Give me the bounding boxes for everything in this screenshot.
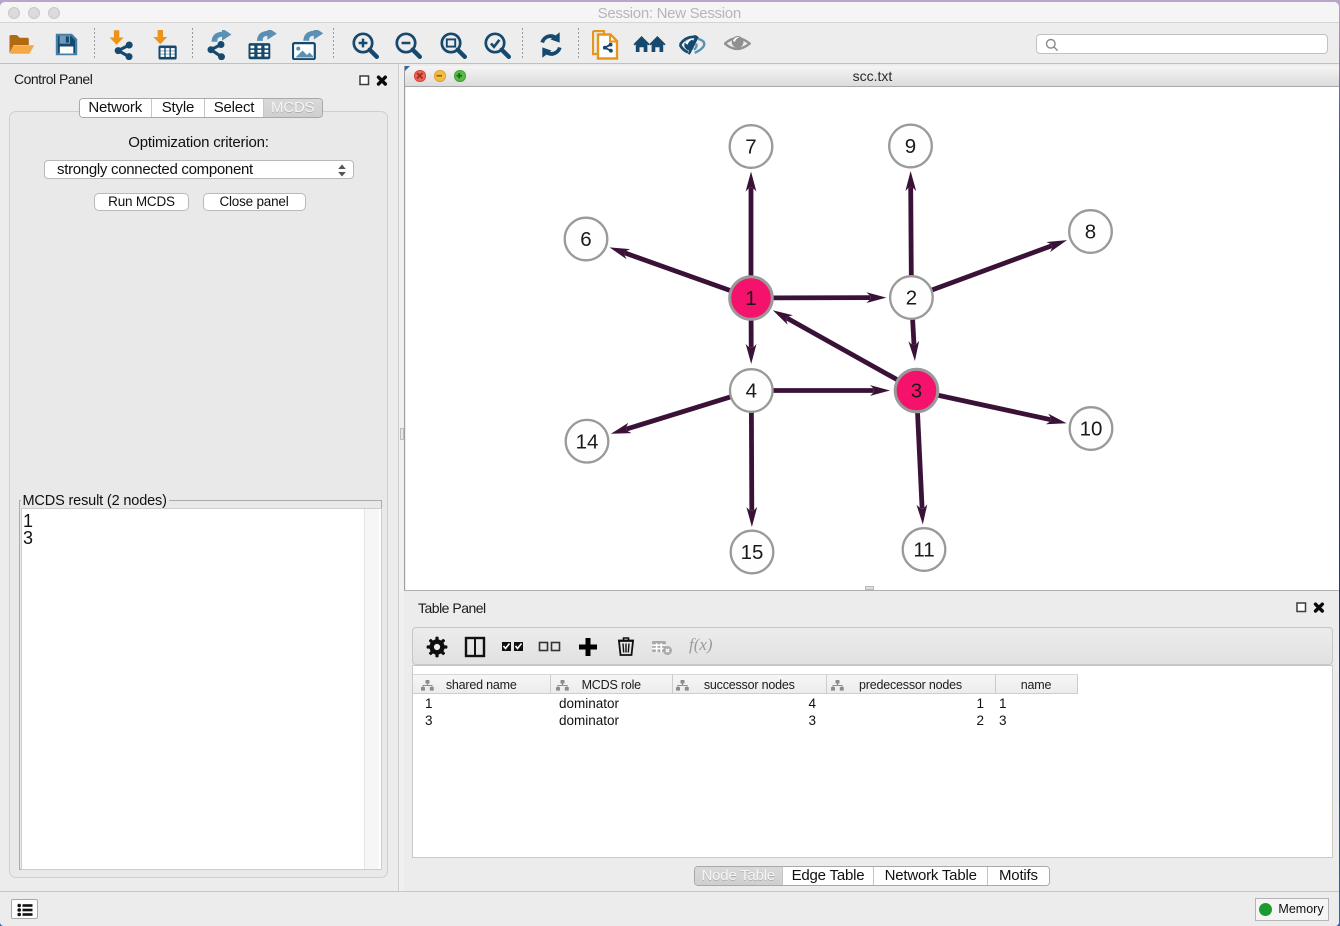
svg-text:1: 1 [745,287,756,310]
svg-text:8: 8 [1085,220,1096,243]
svg-text:4: 4 [746,379,757,402]
svg-text:7: 7 [745,135,756,158]
svg-text:15: 15 [741,541,764,564]
svg-text:14: 14 [576,430,599,453]
svg-text:3: 3 [911,379,922,402]
svg-text:6: 6 [580,228,591,251]
svg-text:9: 9 [905,135,916,158]
svg-text:10: 10 [1080,417,1103,440]
svg-text:2: 2 [906,286,917,309]
svg-text:11: 11 [913,538,934,561]
